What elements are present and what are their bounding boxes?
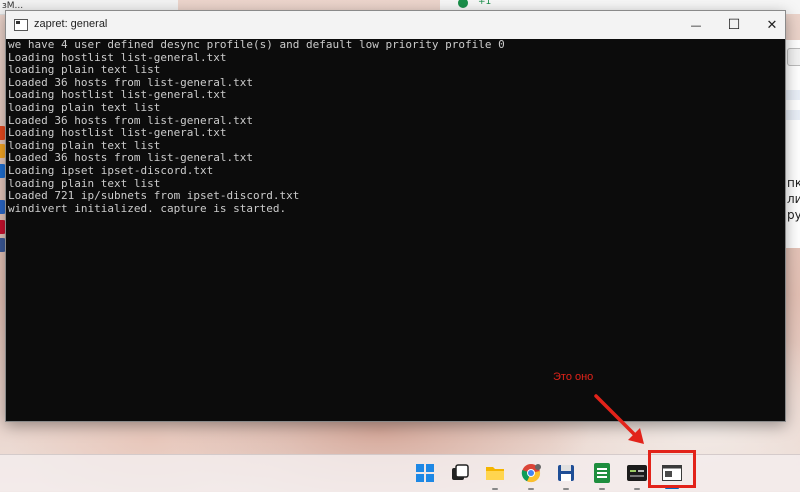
floppy-disk-icon bbox=[558, 465, 574, 481]
taskbar-chrome[interactable] bbox=[519, 461, 543, 490]
window-title: zapret: general bbox=[34, 18, 108, 30]
taskbar-start[interactable] bbox=[413, 461, 437, 485]
console-line: we have 4 user defined desync profile(s)… bbox=[8, 39, 505, 51]
taskbar-file-explorer[interactable] bbox=[483, 461, 507, 490]
window-titlebar[interactable]: zapret: general — ☐ ✕ bbox=[6, 11, 785, 39]
background-text-1: пке bbox=[787, 176, 800, 190]
taskbar-task-view[interactable] bbox=[448, 461, 472, 485]
terminal-icon bbox=[627, 465, 647, 481]
taskbar-terminal-ide[interactable] bbox=[625, 461, 649, 490]
console-line: Loaded 721 ip/subnets from ipset-discord… bbox=[8, 189, 300, 203]
console-output[interactable]: we have 4 user defined desync profile(s)… bbox=[8, 39, 780, 417]
background-text-2: лис bbox=[787, 192, 800, 206]
annotation-label: Это оно bbox=[553, 371, 594, 383]
minimize-button[interactable]: — bbox=[676, 11, 716, 39]
background-counter: +1 bbox=[478, 0, 492, 7]
image-icon bbox=[787, 48, 800, 66]
console-app-icon bbox=[14, 19, 28, 31]
console-line: loading plain text list bbox=[8, 100, 161, 114]
maximize-icon: ☐ bbox=[727, 17, 741, 33]
close-button[interactable]: ✕ bbox=[752, 11, 792, 39]
annotation-arrow-icon bbox=[594, 394, 644, 444]
folder-icon bbox=[486, 467, 504, 480]
taskbar-save-app[interactable] bbox=[554, 461, 578, 490]
console-line: windivert initialized. capture is starte… bbox=[8, 201, 287, 215]
maximize-button[interactable]: ☐ bbox=[714, 11, 754, 39]
task-view-icon bbox=[452, 464, 469, 480]
user-icon bbox=[458, 0, 468, 8]
taskbar-sheets[interactable] bbox=[590, 461, 614, 490]
background-text-3: руг bbox=[787, 208, 800, 222]
chrome-icon bbox=[521, 464, 541, 483]
console-line: Loading hostlist list-general.txt bbox=[8, 126, 227, 140]
minimize-icon: — bbox=[690, 18, 702, 32]
console-line: Loading ipset ipset-discord.txt bbox=[8, 163, 214, 177]
spreadsheet-icon bbox=[594, 463, 610, 483]
windows-start-icon bbox=[416, 464, 434, 482]
console-window[interactable]: zapret: general — ☐ ✕ we have 4 user def… bbox=[5, 10, 786, 422]
background-browser-window: пке лис руг bbox=[784, 40, 800, 248]
console-line: loading plain text list bbox=[8, 63, 161, 77]
annotation-highlight-box bbox=[648, 450, 696, 488]
close-icon: ✕ bbox=[766, 17, 778, 33]
